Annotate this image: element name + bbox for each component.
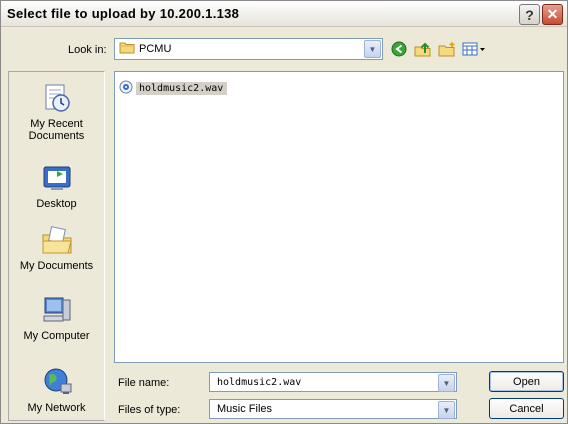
file-name: holdmusic2.wav bbox=[136, 82, 228, 95]
file-type-label: Files of type: bbox=[118, 404, 181, 416]
my-network-icon bbox=[41, 366, 73, 398]
recent-documents-icon bbox=[41, 82, 73, 114]
chevron-down-icon[interactable]: ▼ bbox=[438, 374, 455, 392]
my-computer-icon bbox=[41, 294, 73, 326]
place-label: Desktop bbox=[36, 198, 77, 210]
back-icon[interactable] bbox=[390, 40, 408, 58]
file-type-dropdown[interactable]: Music Files ▼ bbox=[209, 399, 457, 419]
places-bar: My Recent Documents Desktop My Documents… bbox=[8, 71, 105, 421]
look-in-dropdown[interactable]: PCMU ▼ bbox=[114, 38, 383, 60]
file-name-value: holdmusic2.wav bbox=[217, 376, 302, 388]
file-type-value: Music Files bbox=[217, 403, 273, 415]
look-in-value: PCMU bbox=[139, 43, 172, 55]
place-label: My Network bbox=[27, 402, 86, 414]
audio-file-icon bbox=[119, 80, 133, 97]
file-name-field[interactable]: holdmusic2.wav ▼ bbox=[209, 372, 457, 392]
views-menu-icon[interactable] bbox=[462, 40, 486, 58]
file-upload-dialog: Select file to upload by 10.200.1.138 ? … bbox=[0, 0, 568, 424]
help-button[interactable]: ? bbox=[519, 4, 540, 25]
place-desktop[interactable]: Desktop bbox=[9, 162, 104, 210]
folder-icon bbox=[119, 41, 135, 57]
chevron-down-icon[interactable]: ▼ bbox=[438, 401, 455, 419]
chevron-down-icon[interactable]: ▼ bbox=[364, 40, 381, 58]
up-folder-icon[interactable] bbox=[414, 40, 432, 58]
place-label: My Recent Documents bbox=[28, 118, 85, 142]
desktop-icon bbox=[41, 162, 73, 194]
new-folder-icon[interactable] bbox=[438, 40, 456, 58]
place-label: My Computer bbox=[23, 330, 90, 342]
place-my-recent-documents[interactable]: My Recent Documents bbox=[9, 82, 104, 142]
file-name-label: File name: bbox=[118, 377, 170, 389]
file-list[interactable]: holdmusic2.wav bbox=[114, 71, 564, 363]
open-button[interactable]: Open bbox=[489, 371, 564, 392]
place-my-network[interactable]: My Network bbox=[9, 366, 104, 414]
look-in-label: Look in: bbox=[68, 44, 107, 56]
cancel-button[interactable]: Cancel bbox=[489, 398, 564, 419]
place-my-computer[interactable]: My Computer bbox=[9, 294, 104, 342]
list-item[interactable]: holdmusic2.wav bbox=[119, 80, 228, 97]
title-bar[interactable]: Select file to upload by 10.200.1.138 ? … bbox=[1, 1, 567, 27]
place-my-documents[interactable]: My Documents bbox=[9, 224, 104, 272]
my-documents-icon bbox=[41, 224, 73, 256]
navigation-toolbar bbox=[390, 39, 486, 59]
dialog-title: Select file to upload by 10.200.1.138 bbox=[7, 6, 240, 21]
close-button[interactable]: ✕ bbox=[542, 4, 563, 25]
place-label: My Documents bbox=[19, 260, 94, 272]
